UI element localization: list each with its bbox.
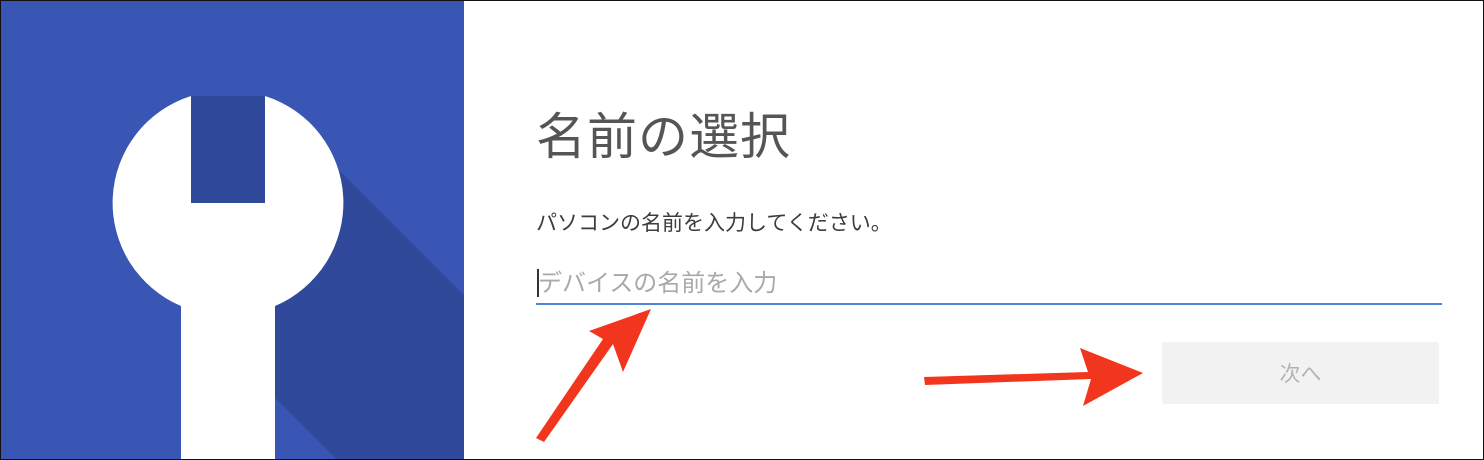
text-cursor bbox=[537, 269, 539, 297]
wrench-icon bbox=[112, 96, 464, 459]
next-button[interactable]: 次へ bbox=[1162, 342, 1439, 404]
device-name-input[interactable] bbox=[536, 263, 1444, 303]
setup-content: 名前の選択 パソコンの名前を入力してください。 次へ bbox=[464, 1, 1483, 459]
page-title: 名前の選択 bbox=[536, 108, 791, 166]
setup-window: 名前の選択 パソコンの名前を入力してください。 次へ bbox=[0, 0, 1484, 460]
name-prompt: パソコンの名前を入力してください。 bbox=[536, 211, 892, 235]
device-name-field[interactable] bbox=[536, 263, 1444, 305]
hero-panel bbox=[1, 1, 464, 459]
